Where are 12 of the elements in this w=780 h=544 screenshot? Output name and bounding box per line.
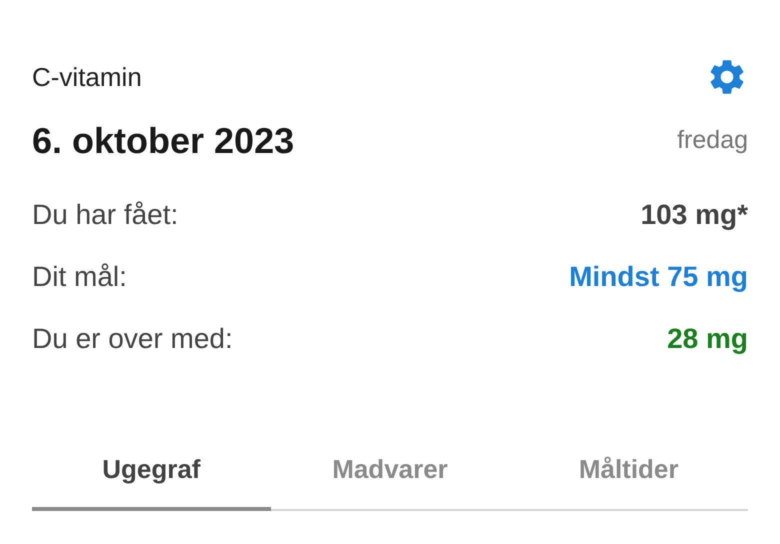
tab[interactable]: Madvarer [270,440,510,511]
row-value: 103 mg* [640,198,748,232]
weekday-label: fredag [677,125,748,156]
row-value: 28 mg [667,322,748,356]
row-label: Du er over med: [32,322,233,356]
row-value: Mindst 75 mg [569,260,748,294]
card-title: C-vitamin [32,60,142,94]
row-label: Du har fået: [32,198,178,232]
date-heading: 6. oktober 2023 [32,119,294,163]
tab[interactable]: Måltider [509,440,748,511]
row-label: Dit mål: [32,260,127,294]
tab[interactable]: Ugegraf [32,440,271,511]
